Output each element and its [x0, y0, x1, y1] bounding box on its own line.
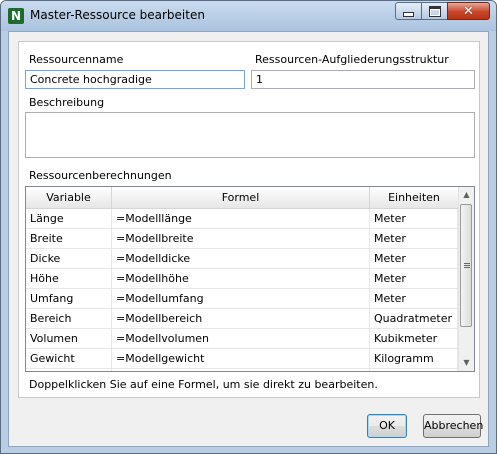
thumb-grip [464, 265, 470, 266]
column-header-formula[interactable]: Formel [112, 187, 370, 208]
cell-unit: Alle [370, 369, 458, 371]
cell-formula[interactable]: =Modelllänge [112, 209, 370, 228]
close-button[interactable]: ✕ [447, 2, 490, 20]
cell-unit: Meter [370, 209, 458, 228]
cell-unit: Meter [370, 229, 458, 248]
cell-unit: Kilogramm [370, 349, 458, 368]
calculations-grid: Variable Formel Einheiten Länge =Modelllä… [25, 186, 475, 372]
cell-formula[interactable]: =Modellbreite [112, 229, 370, 248]
thumb-grip [464, 267, 470, 268]
scrollbar-thumb[interactable] [460, 204, 472, 327]
cell-variable: Länge [26, 209, 112, 228]
cell-formula[interactable]: =Modellgewicht [112, 349, 370, 368]
ok-button[interactable]: OK [367, 414, 407, 438]
window-title: Master-Ressource bearbeiten [30, 8, 205, 22]
table-row[interactable]: Bereich =Modellbereich Quadratmeter [26, 309, 458, 329]
description-label: Beschreibung [29, 96, 105, 109]
scroll-down-arrow-icon[interactable]: ▼ [459, 355, 474, 371]
table-row[interactable]: Umfang =Modellumfang Meter [26, 289, 458, 309]
rbs-label: Ressourcen-Aufgliederungsstruktur [255, 53, 449, 66]
description-textarea[interactable] [25, 112, 475, 158]
cell-unit: Kubikmeter [370, 329, 458, 348]
cell-variable: Umfang [26, 289, 112, 308]
maximize-icon [428, 5, 441, 17]
cell-variable: Volumen [26, 329, 112, 348]
navisworks-app-icon: N [8, 8, 24, 24]
title-bar[interactable]: N Master-Ressource bearbeiten ✕ [1, 1, 496, 31]
cell-formula[interactable]: =Modellbereich [112, 309, 370, 328]
calculations-label: Ressourcenberechnungen [29, 169, 172, 182]
cell-formula[interactable]: =Modellvolumen [112, 329, 370, 348]
table-row[interactable]: Gewicht =Modellgewicht Kilogramm [26, 349, 458, 369]
cell-variable: Dicke [26, 249, 112, 268]
cell-variable: Breite [26, 229, 112, 248]
cell-unit: Meter [370, 249, 458, 268]
grid-rows: Länge =Modelllänge Meter Breite =Modellbreit… [26, 209, 458, 371]
cell-formula[interactable]: =Modelldicke [112, 249, 370, 268]
cell-variable: Anzahl [26, 369, 112, 371]
cell-variable: Gewicht [26, 349, 112, 368]
table-row[interactable]: Volumen =Modellvolumen Kubikmeter [26, 329, 458, 349]
minimize-button[interactable] [395, 2, 422, 20]
thumb-grip [464, 263, 470, 264]
table-row[interactable]: Dicke =Modelldicke Meter [26, 249, 458, 269]
cell-formula[interactable]: =Modellumfang [112, 289, 370, 308]
dialog-window: N Master-Ressource bearbeiten ✕ Ressourc… [0, 0, 497, 454]
resource-name-input[interactable]: Concrete hochgradige [25, 70, 245, 89]
cell-formula[interactable]: =1 [112, 369, 370, 371]
resource-panel: Ressourcenname Concrete hochgradige Ress… [18, 41, 480, 398]
grid-header: Variable Formel Einheiten [26, 187, 458, 209]
cell-formula[interactable]: =Modellhöhe [112, 269, 370, 288]
column-header-units[interactable]: Einheiten [370, 187, 458, 208]
column-header-variable[interactable]: Variable [26, 187, 112, 208]
minimize-icon [403, 12, 414, 17]
maximize-button[interactable] [421, 2, 448, 20]
dialog-client-area: Ressourcenname Concrete hochgradige Ress… [8, 31, 489, 447]
close-icon: ✕ [463, 3, 474, 19]
rbs-input[interactable]: 1 [251, 70, 475, 89]
resource-name-label: Ressourcenname [29, 53, 124, 66]
cell-unit: Meter [370, 269, 458, 288]
cancel-button[interactable]: Abbrechen [423, 414, 483, 438]
table-row[interactable]: Breite =Modellbreite Meter [26, 229, 458, 249]
table-row[interactable]: Anzahl=1Alle [26, 369, 458, 371]
table-row[interactable]: Länge =Modelllänge Meter [26, 209, 458, 229]
cell-unit: Quadratmeter [370, 309, 458, 328]
cell-variable: Höhe [26, 269, 112, 288]
cell-unit: Meter [370, 289, 458, 308]
grid-vertical-scrollbar[interactable]: ▲ ▼ [458, 187, 474, 371]
scroll-up-arrow-icon[interactable]: ▲ [459, 187, 474, 203]
table-row[interactable]: Höhe =Modellhöhe Meter [26, 269, 458, 289]
edit-hint-text: Doppelklicken Sie auf eine Formel, um si… [29, 378, 378, 391]
cell-variable: Bereich [26, 309, 112, 328]
